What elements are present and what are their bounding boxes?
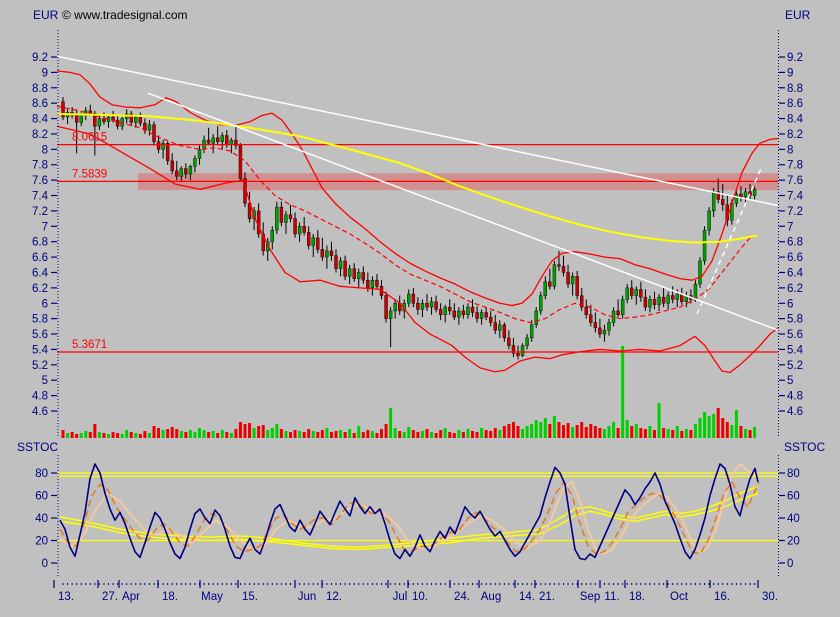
svg-text:5.3671: 5.3671 [72, 339, 107, 351]
svg-text:7.5839: 7.5839 [72, 168, 107, 180]
svg-text:8: 8 [787, 144, 793, 156]
svg-text:7.8: 7.8 [32, 160, 48, 172]
svg-text:8.2: 8.2 [787, 129, 803, 141]
svg-text:6.8: 6.8 [32, 237, 48, 249]
stoch-axis-left: 0 20 40 60 80 [35, 455, 58, 578]
svg-text:6.4: 6.4 [787, 267, 804, 279]
price-axis-left: 9.2 9 8.8 8.6 8.4 8.2 8 7.8 7.6 7.4 7.2 7 6.8 6.6 6.4 6… [32, 30, 58, 437]
svg-text:7.6: 7.6 [32, 175, 48, 187]
svg-text:Jun: Jun [298, 591, 317, 603]
svg-text:5.2: 5.2 [32, 360, 48, 372]
svg-text:6: 6 [787, 298, 793, 310]
svg-text:6.2: 6.2 [32, 283, 48, 295]
svg-text:5.2: 5.2 [787, 360, 803, 372]
svg-text:7.2: 7.2 [32, 206, 48, 218]
svg-text:30.: 30. [762, 591, 778, 603]
svg-text:27.: 27. [102, 591, 118, 603]
svg-text:20: 20 [787, 536, 800, 548]
svg-text:0: 0 [787, 558, 793, 570]
svg-text:6.6: 6.6 [787, 252, 803, 264]
svg-text:7.8: 7.8 [787, 160, 803, 172]
svg-text:7.4: 7.4 [32, 191, 49, 203]
svg-text:8.4: 8.4 [32, 114, 49, 126]
svg-text:18.: 18. [162, 591, 178, 603]
svg-text:5.6: 5.6 [32, 329, 48, 341]
svg-text:4.6: 4.6 [32, 406, 48, 418]
svg-text:8.8: 8.8 [787, 83, 803, 95]
svg-text:80: 80 [35, 468, 48, 480]
svg-text:Oct: Oct [670, 591, 689, 603]
svg-text:24.: 24. [454, 591, 470, 603]
svg-text:60: 60 [35, 491, 48, 503]
svg-text:20: 20 [35, 536, 48, 548]
svg-text:6.8: 6.8 [787, 237, 803, 249]
svg-text:12.: 12. [326, 591, 342, 603]
svg-text:80: 80 [787, 468, 800, 480]
svg-text:5.8: 5.8 [32, 314, 48, 326]
svg-text:7: 7 [787, 221, 793, 233]
svg-text:8.2: 8.2 [32, 129, 48, 141]
svg-text:5.4: 5.4 [32, 344, 49, 356]
svg-text:Aug: Aug [481, 591, 501, 603]
stoch-axis-right: 0 20 40 60 80 [779, 455, 800, 578]
svg-text:13.: 13. [58, 591, 74, 603]
svg-text:18.: 18. [629, 591, 645, 603]
svg-text:21.: 21. [539, 591, 555, 603]
svg-text:9.2: 9.2 [787, 52, 803, 64]
svg-text:7.2: 7.2 [787, 206, 803, 218]
svg-text:8.6: 8.6 [787, 98, 803, 110]
svg-text:15.: 15. [242, 591, 258, 603]
svg-text:6.4: 6.4 [32, 267, 49, 279]
svg-text:6.2: 6.2 [787, 283, 803, 295]
svg-text:9.2: 9.2 [32, 52, 48, 64]
svg-text:May: May [201, 591, 223, 603]
price-plot-area[interactable] [57, 30, 778, 440]
svg-text:7.6: 7.6 [787, 175, 803, 187]
date-axis: 13. 27. Apr 18. May 15. Jun 12. Jul 10. 24. Aug 14. 2… [54, 580, 778, 603]
svg-text:5.6: 5.6 [787, 329, 803, 341]
svg-text:40: 40 [35, 513, 48, 525]
svg-text:8.6: 8.6 [32, 98, 48, 110]
svg-text:16.: 16. [714, 591, 730, 603]
svg-text:60: 60 [787, 491, 800, 503]
svg-text:0: 0 [42, 558, 48, 570]
svg-text:Jul: Jul [393, 591, 408, 603]
svg-text:6: 6 [42, 298, 48, 310]
chart-window: EUR © www.tradesignal.com EUR SSTOC SSTO… [0, 0, 840, 617]
svg-text:8.4: 8.4 [787, 114, 804, 126]
svg-text:Apr: Apr [122, 591, 140, 603]
svg-text:5.4: 5.4 [787, 344, 804, 356]
svg-text:6.6: 6.6 [32, 252, 48, 264]
svg-text:8: 8 [42, 144, 48, 156]
svg-text:14.: 14. [519, 591, 535, 603]
svg-text:10.: 10. [412, 591, 428, 603]
svg-text:5: 5 [42, 375, 48, 387]
svg-text:4.8: 4.8 [32, 391, 48, 403]
svg-text:7: 7 [42, 221, 48, 233]
svg-text:40: 40 [787, 513, 800, 525]
svg-text:5: 5 [787, 375, 793, 387]
svg-text:9: 9 [787, 67, 793, 79]
svg-text:5.8: 5.8 [787, 314, 803, 326]
svg-text:7.4: 7.4 [787, 191, 804, 203]
svg-text:9: 9 [42, 67, 48, 79]
chart-canvas[interactable]: 8.06157.58395.36719.298.88.68.48.287.87.… [0, 0, 840, 617]
svg-text:11.: 11. [604, 591, 619, 603]
svg-text:8.8: 8.8 [32, 83, 48, 95]
svg-text:4.8: 4.8 [787, 391, 803, 403]
price-axis-right: 9.2 9 8.8 8.6 8.4 8.2 8 7.8 7.6 7.4 7.2 7 6.8 6.6 6.4 6… [779, 30, 804, 437]
svg-text:Sep: Sep [580, 591, 600, 603]
svg-text:4.6: 4.6 [787, 406, 803, 418]
